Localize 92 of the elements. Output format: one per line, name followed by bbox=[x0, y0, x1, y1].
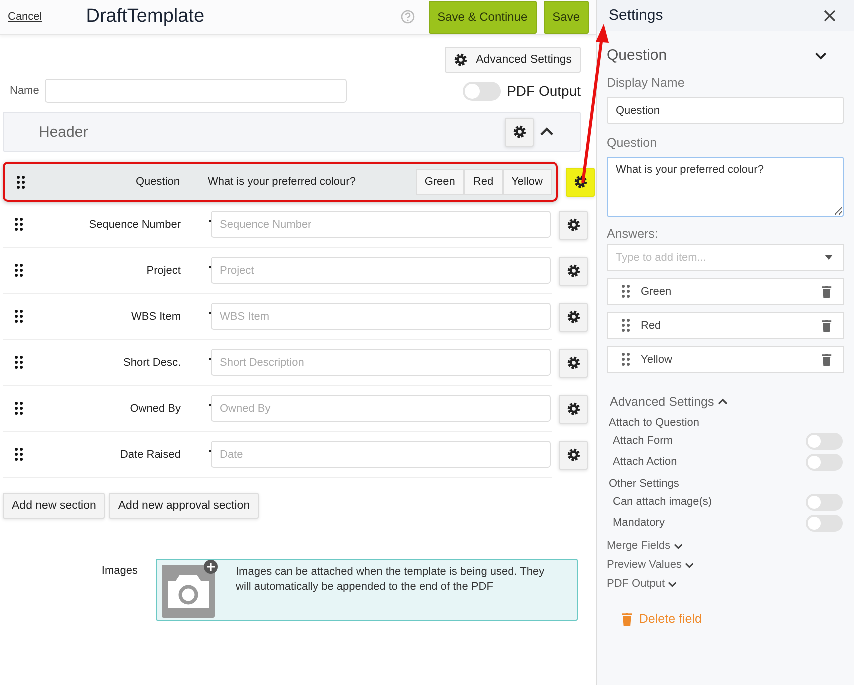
field-label: Sequence Number bbox=[88, 218, 181, 230]
images-drop-area[interactable]: Images can be attached when the template is being used. They will automatically be appended to the end of the PDF bbox=[156, 559, 578, 621]
question-text: What is your preferred colour? bbox=[208, 176, 357, 188]
field-label: Short Desc. bbox=[122, 356, 181, 368]
gear-icon bbox=[574, 175, 588, 189]
input-field[interactable]: WBS Item bbox=[211, 303, 551, 330]
name-input[interactable] bbox=[45, 79, 347, 103]
drag-handle-icon[interactable] bbox=[17, 176, 25, 188]
gear-icon bbox=[454, 53, 468, 67]
input-field[interactable]: Project bbox=[211, 257, 551, 284]
settings-button[interactable] bbox=[559, 210, 588, 240]
drag-handle-icon[interactable] bbox=[15, 218, 23, 231]
images-hint: Images can be attached when the template is being used. They will automatically be appended to the end of the PDF bbox=[236, 565, 546, 595]
settings-button[interactable] bbox=[559, 302, 588, 332]
gear-icon bbox=[566, 402, 580, 416]
collapsible-heading[interactable]: PDF Output bbox=[607, 578, 666, 590]
section-title: Header bbox=[39, 124, 90, 140]
selected-field-row[interactable]: Question What is your preferred colour? Green Red Yellow bbox=[3, 162, 558, 202]
save-button[interactable]: Save & Continue bbox=[428, 0, 537, 34]
field-label: Question bbox=[134, 176, 180, 188]
group-title: Attach to Question bbox=[609, 417, 700, 429]
page-title: DraftTemplate bbox=[86, 6, 206, 28]
input-field[interactable]: Date bbox=[211, 441, 551, 468]
gear-icon bbox=[566, 218, 580, 232]
trash-icon[interactable] bbox=[822, 320, 832, 332]
drag-handle-icon[interactable] bbox=[622, 319, 630, 332]
chevron-down-icon bbox=[674, 542, 683, 550]
field-label: Display Name bbox=[607, 76, 686, 90]
drag-handle-icon[interactable] bbox=[15, 310, 23, 323]
drag-handle-icon[interactable] bbox=[15, 448, 23, 461]
images-label: Images bbox=[100, 564, 138, 579]
chevron-down-icon bbox=[685, 560, 694, 570]
group-heading: Question bbox=[607, 47, 668, 64]
toggle-switch[interactable] bbox=[806, 432, 843, 450]
advanced-settings-button[interactable]: Advanced Settings bbox=[445, 47, 581, 73]
add-section-button[interactable]: Add new approval section bbox=[109, 493, 260, 519]
name-label: Name bbox=[10, 85, 40, 97]
answer-chip: Red bbox=[464, 169, 503, 195]
cancel-link[interactable]: Cancel bbox=[8, 11, 42, 23]
answer-chip: Yellow bbox=[502, 169, 552, 195]
gear-icon bbox=[566, 448, 580, 462]
trash-icon[interactable] bbox=[822, 286, 832, 298]
gear-icon bbox=[566, 356, 580, 370]
pdf-output-label: PDF Output bbox=[507, 83, 581, 99]
chevron-up-icon bbox=[718, 397, 728, 407]
settings-button[interactable] bbox=[559, 348, 588, 378]
display-name-input[interactable]: Question bbox=[607, 97, 844, 124]
collapsible-heading[interactable]: Merge Fields bbox=[607, 540, 671, 552]
add-section-button[interactable]: Add new section bbox=[3, 493, 106, 519]
settings-button[interactable] bbox=[505, 118, 534, 146]
answer-item[interactable]: Green bbox=[607, 278, 844, 305]
field-label: WBS Item bbox=[130, 310, 181, 322]
field-label: Project bbox=[146, 264, 181, 276]
settings-button[interactable] bbox=[559, 256, 588, 286]
save-button[interactable]: Save bbox=[544, 0, 589, 34]
toggle-label: Attach Action bbox=[613, 456, 678, 468]
toggle-switch[interactable] bbox=[463, 82, 502, 100]
answer-chip: Green bbox=[416, 169, 464, 195]
drag-handle-icon[interactable] bbox=[15, 264, 23, 277]
field-label: Question bbox=[607, 136, 658, 150]
answer-item[interactable]: Yellow bbox=[607, 346, 844, 373]
chevron-down-icon bbox=[668, 580, 678, 588]
input-field[interactable]: Sequence Number bbox=[211, 211, 551, 238]
input-field[interactable]: Owned By bbox=[211, 395, 551, 422]
gear-icon bbox=[566, 310, 580, 324]
field-label: Date Raised bbox=[119, 448, 181, 460]
gear-icon bbox=[566, 264, 580, 278]
group-title: Other Settings bbox=[609, 478, 680, 490]
collapsible-heading[interactable]: Preview Values bbox=[607, 559, 682, 571]
input-field[interactable]: Short Description bbox=[211, 349, 551, 376]
close-icon[interactable] bbox=[824, 10, 836, 22]
drag-handle-icon[interactable] bbox=[15, 356, 23, 369]
question-textarea[interactable]: What is your preferred colour? bbox=[607, 157, 844, 217]
settings-button[interactable] bbox=[559, 440, 588, 470]
trash-icon[interactable] bbox=[822, 354, 832, 366]
answer-item[interactable]: Red bbox=[607, 312, 844, 339]
toggle-label: Attach Form bbox=[613, 435, 673, 447]
drag-handle-icon[interactable] bbox=[15, 402, 23, 415]
toggle-label: Can attach image(s) bbox=[613, 496, 712, 508]
toggle-switch[interactable] bbox=[806, 494, 843, 510]
field-label: Answers: bbox=[607, 227, 660, 241]
drag-handle-icon[interactable] bbox=[622, 353, 630, 366]
toggle-switch[interactable] bbox=[806, 514, 843, 532]
advanced-settings-toggle[interactable]: Advanced Settings bbox=[610, 395, 714, 409]
toggle-switch[interactable] bbox=[806, 454, 843, 470]
settings-button[interactable] bbox=[559, 394, 588, 424]
panel-title: Settings bbox=[609, 7, 664, 24]
drag-handle-icon[interactable] bbox=[622, 285, 630, 298]
toggle-label: Mandatory bbox=[613, 517, 665, 529]
settings-button[interactable] bbox=[566, 168, 595, 196]
gear-icon bbox=[512, 125, 526, 139]
field-label: Owned By bbox=[129, 402, 181, 414]
